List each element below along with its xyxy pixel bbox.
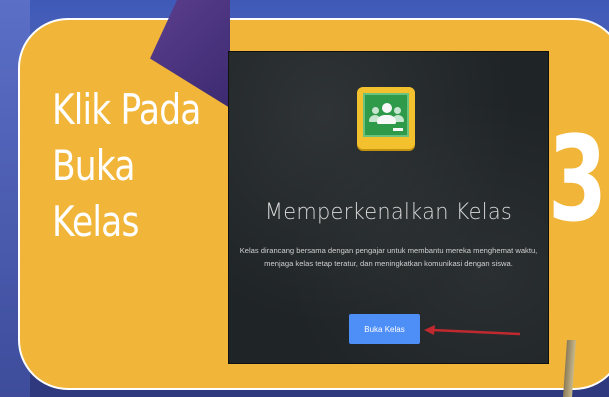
step-number: 3 [548, 110, 608, 248]
description-line-1: Kelas dirancang bersama dengan pengajar … [239, 246, 538, 255]
instruction-line-1: Klik Pada [52, 85, 201, 134]
description-line-2: menjaga kelas tetap teratur, dan meningk… [264, 259, 513, 268]
screen-title: Memperkenalkan Kelas [264, 200, 513, 225]
classroom-screenshot: Memperkenalkan Kelas Kelas dirancang ber… [229, 52, 548, 363]
red-arrow-icon [424, 325, 521, 336]
screen-description: Kelas dirancang bersama dengan pengajar … [237, 244, 540, 270]
open-class-button[interactable]: Buka Kelas [349, 314, 420, 344]
instruction-line-3: Kelas [52, 197, 139, 246]
google-classroom-icon [357, 87, 415, 149]
instruction-line-2: Buka [52, 141, 135, 190]
instruction-text: Klik Pada Buka Kelas [52, 82, 201, 250]
